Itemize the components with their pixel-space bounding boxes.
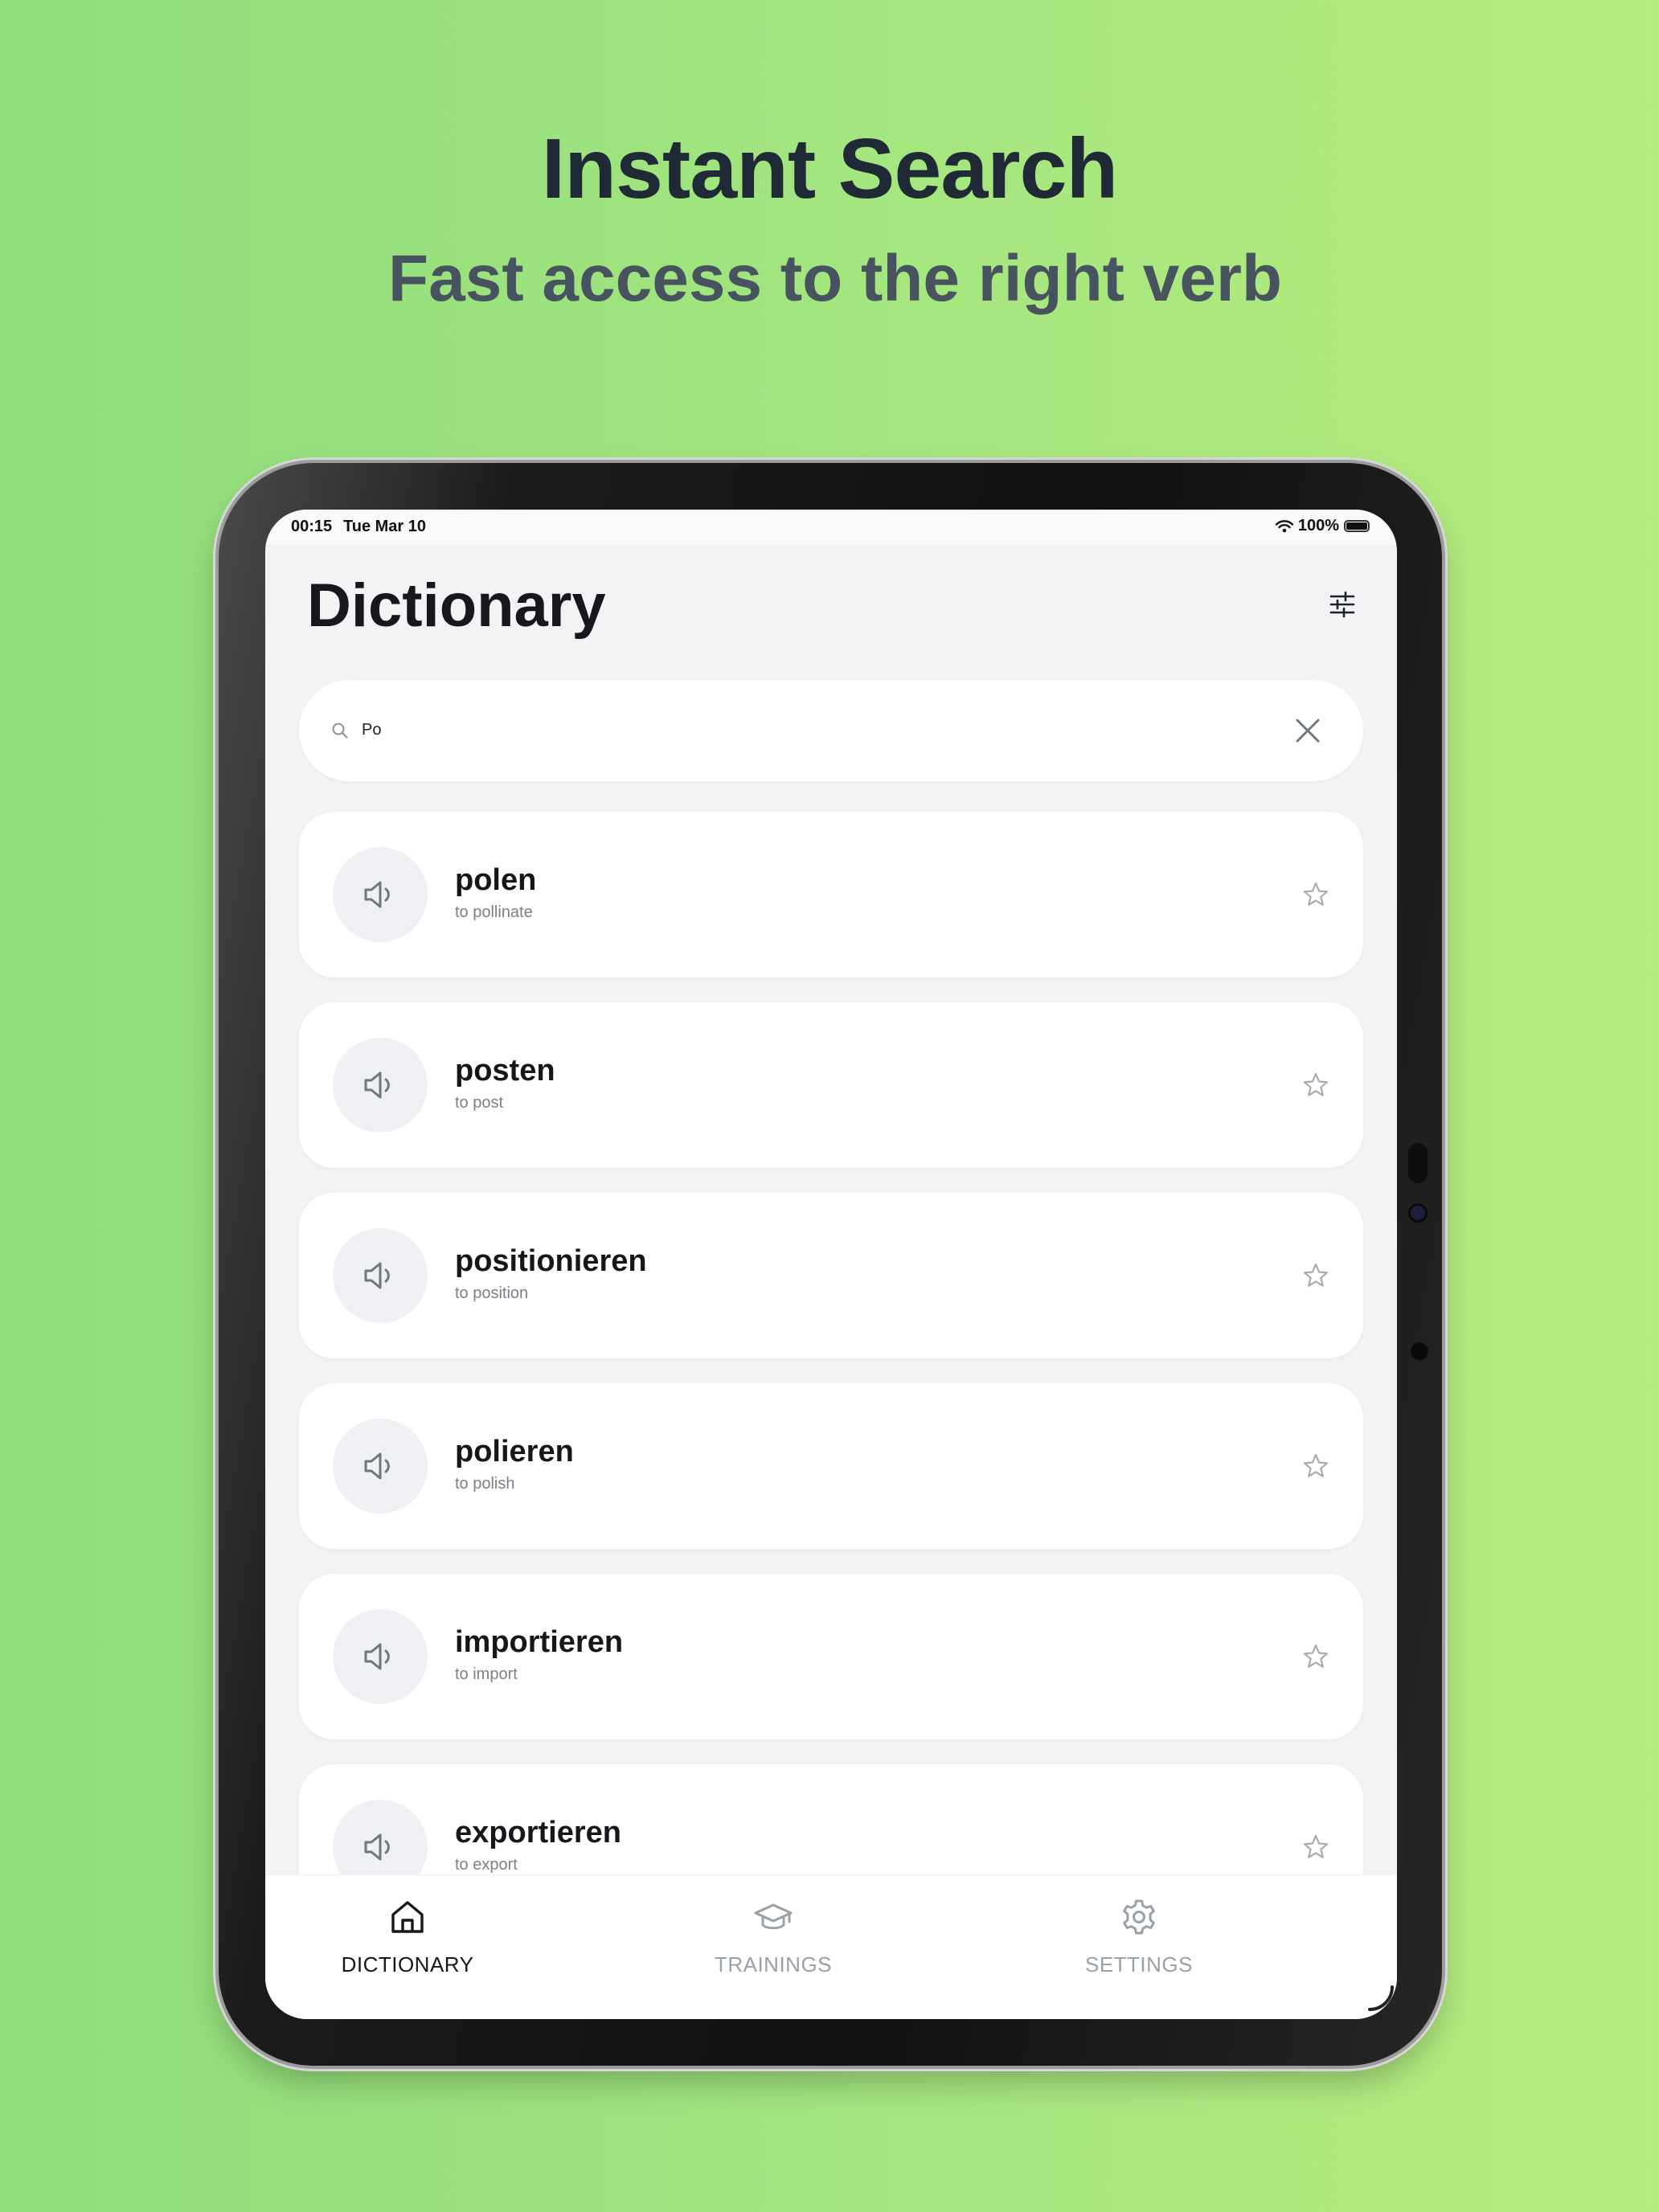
verb-translation: to import [455,1665,518,1683]
camera-lens [1411,1206,1425,1220]
star-icon[interactable] [1302,1262,1329,1289]
battery-percentage: 100% [1297,517,1339,535]
play-audio-button[interactable] [333,1228,428,1323]
tab-label: TRAININGS [714,1952,833,1976]
app-screen: 00:15 Tue Mar 10 100% Dictionary Po pole… [265,510,1397,2019]
verb-word: exportieren [455,1816,621,1849]
verb-translation: to pollinate [455,903,533,921]
list-item[interactable]: polieren to polish [299,1383,1363,1549]
star-icon[interactable] [1302,1643,1329,1670]
list-item[interactable]: importieren to import [299,1574,1363,1739]
corner-indicator [1368,1985,1394,2011]
verb-translation: to export [455,1856,518,1874]
star-icon[interactable] [1302,1452,1329,1480]
speaker-icon [364,881,390,908]
speaker-icon [364,1833,390,1861]
star-icon[interactable] [1302,1833,1329,1861]
camera-sensor [1411,1342,1428,1360]
star-icon[interactable] [1302,881,1329,908]
tab-dictionary[interactable]: DICTIONARY [287,1875,528,2019]
promo-headline: Instant Search [541,121,1118,216]
gear-icon [1123,1899,1155,1935]
verb-word: positionieren [455,1244,647,1278]
speaker-icon [364,1643,390,1670]
speaker-icon [364,1452,390,1480]
filter-icon[interactable] [1328,590,1357,619]
tab-label: SETTINGS [1084,1952,1193,1976]
verb-translation: to post [455,1094,504,1112]
status-indicators: 100% [1275,517,1370,535]
search-input[interactable] [362,715,1246,744]
side-button [1408,1143,1428,1183]
list-item[interactable]: posten to post [299,1002,1363,1168]
tab-bar: DICTIONARY TRAININGS SETTINGS [265,1874,1397,2019]
speaker-icon [364,1262,390,1289]
clear-search-icon[interactable] [1294,717,1321,744]
home-icon [391,1901,424,1933]
verb-word: polen [455,863,537,897]
list-item[interactable]: polen to pollinate [299,812,1363,977]
verb-word: importieren [455,1625,624,1659]
battery-icon [1344,520,1370,532]
status-date: Tue Mar 10 [343,518,426,535]
search-bar [299,680,1363,781]
list-item[interactable]: positionieren to position [299,1193,1363,1358]
promo-subheadline: Fast access to the right verb [388,242,1282,315]
play-audio-button[interactable] [333,847,428,942]
search-icon [332,723,348,739]
verb-word: posten [455,1054,555,1088]
verb-translation: to position [455,1284,529,1302]
status-bar: 00:15 Tue Mar 10 100% [265,510,1397,545]
play-audio-button[interactable] [333,1038,428,1133]
tab-settings[interactable]: SETTINGS [1018,1875,1260,2019]
status-time: 00:15 [291,518,333,535]
verb-translation: to polish [455,1475,515,1493]
wifi-icon [1275,519,1293,532]
tab-label: DICTIONARY [341,1952,474,1976]
verb-word: polieren [455,1435,574,1469]
tab-trainings[interactable]: TRAININGS [653,1875,894,2019]
play-audio-button[interactable] [333,1609,428,1704]
speaker-icon [364,1071,390,1099]
page-title: Dictionary [307,571,606,640]
play-audio-button[interactable] [333,1419,428,1514]
graduation-cap-icon [754,1903,793,1930]
star-icon[interactable] [1302,1071,1329,1099]
